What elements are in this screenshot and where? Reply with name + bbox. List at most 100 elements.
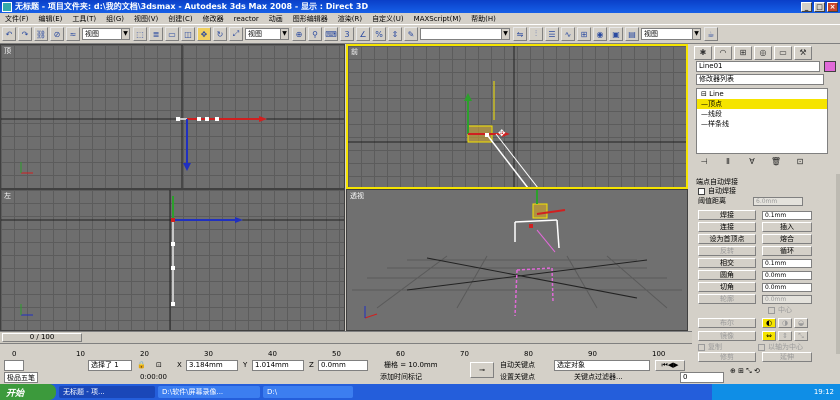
cross-insert-button[interactable]: 相交 bbox=[698, 258, 756, 268]
menu-edit[interactable]: 编辑(E) bbox=[34, 14, 68, 24]
selection-filter-select[interactable]: 视图 ▼ bbox=[82, 28, 130, 40]
close-button[interactable]: × bbox=[827, 1, 838, 12]
lock-selection-icon[interactable]: 🔒 bbox=[137, 360, 146, 371]
window-crossing-icon[interactable]: ◫ bbox=[181, 27, 195, 41]
key-filters-button[interactable]: 关键点过滤器... bbox=[574, 372, 623, 383]
taskbar-item-recorder[interactable]: D:\软件\屏幕录像... bbox=[158, 386, 260, 398]
x-coordinate-field[interactable]: 3.184mm bbox=[186, 360, 238, 371]
configure-modifier-sets-icon[interactable]: ⊡ bbox=[792, 157, 808, 167]
menu-group[interactable]: 组(G) bbox=[101, 14, 129, 24]
undo-icon[interactable]: ↶ bbox=[2, 27, 16, 41]
spinner-snap-icon[interactable]: ⇕ bbox=[388, 27, 402, 41]
connect-button[interactable]: 连接 bbox=[698, 222, 756, 232]
vertex[interactable] bbox=[197, 117, 201, 121]
weld-button[interactable]: 焊接 bbox=[698, 210, 756, 220]
menu-customize[interactable]: 自定义(U) bbox=[367, 14, 409, 24]
utilities-tab-icon[interactable]: ⚒ bbox=[794, 46, 812, 60]
vertex[interactable] bbox=[171, 242, 175, 246]
minimize-button[interactable]: _ bbox=[801, 1, 812, 12]
redo-icon[interactable]: ↷ bbox=[18, 27, 32, 41]
z-coordinate-field[interactable]: 0.0mm bbox=[318, 360, 368, 371]
key-icon[interactable]: ⊸ bbox=[470, 362, 494, 378]
viewport-navigation-controls[interactable]: ⊕ ⊞ ⤡ ⟲ bbox=[730, 366, 760, 377]
vertex[interactable] bbox=[176, 117, 180, 121]
edit-named-selection-icon[interactable]: ✎ bbox=[404, 27, 418, 41]
viewport-front[interactable]: 前 ✥ bbox=[346, 44, 688, 189]
y-coordinate-field[interactable]: 1.014mm bbox=[252, 360, 304, 371]
auto-weld-checkbox[interactable] bbox=[698, 187, 705, 195]
set-key-button[interactable]: 设置关键点 bbox=[500, 372, 535, 383]
reference-coordinate-select[interactable]: 视图 ▼ bbox=[245, 28, 289, 40]
maximize-button[interactable]: □ bbox=[814, 1, 825, 12]
outline-spinner[interactable]: 0.0mm bbox=[762, 294, 812, 304]
viewport-perspective[interactable]: 透视 bbox=[346, 189, 688, 331]
fillet-spinner[interactable]: 0.0mm bbox=[762, 270, 812, 280]
snap-toggle-icon[interactable]: 3 bbox=[340, 27, 354, 41]
stack-item-line[interactable]: ⊟ Line bbox=[697, 89, 827, 99]
copy-checkbox[interactable] bbox=[698, 343, 705, 351]
percent-snap-icon[interactable]: % bbox=[372, 27, 386, 41]
vertex[interactable] bbox=[171, 302, 175, 306]
center-checkbox[interactable] bbox=[768, 306, 775, 314]
outline-button[interactable]: 轮廓 bbox=[698, 294, 756, 304]
current-frame-field[interactable]: 0 bbox=[680, 372, 724, 383]
render-frame-icon[interactable]: ▤ bbox=[625, 27, 639, 41]
vertex[interactable] bbox=[215, 117, 219, 121]
chamfer-spinner[interactable]: 0.0mm bbox=[762, 282, 812, 292]
fuse-button[interactable]: 熔合 bbox=[762, 234, 812, 244]
schematic-view-icon[interactable]: ⊞ bbox=[577, 27, 591, 41]
show-end-result-icon[interactable]: Ⅱ bbox=[720, 157, 736, 167]
auto-key-button[interactable]: 自动关键点 bbox=[500, 360, 535, 371]
absolute-mode-icon[interactable]: ⊡ bbox=[156, 360, 162, 371]
menu-file[interactable]: 文件(F) bbox=[0, 14, 34, 24]
ime-indicator[interactable]: 极品五笔 bbox=[4, 372, 38, 383]
select-move-icon[interactable]: ✥ bbox=[197, 27, 211, 41]
curve-editor-icon[interactable]: ∿ bbox=[561, 27, 575, 41]
taskbar-item-explorer[interactable]: D:\ bbox=[263, 386, 353, 398]
material-editor-icon[interactable]: ◉ bbox=[593, 27, 607, 41]
about-pivot-checkbox[interactable] bbox=[758, 343, 765, 351]
track-bar[interactable]: 0 10 20 30 40 50 60 70 80 90 100 bbox=[0, 343, 692, 358]
named-selection-set-select[interactable]: ▼ bbox=[420, 28, 510, 40]
remove-modifier-icon[interactable]: 🗑 bbox=[768, 157, 784, 167]
make-unique-icon[interactable]: ∀ bbox=[744, 157, 760, 167]
quick-render-icon[interactable]: ☕ bbox=[704, 27, 718, 41]
vertex[interactable] bbox=[485, 133, 489, 137]
select-object-icon[interactable]: ⬚ bbox=[133, 27, 147, 41]
menu-create[interactable]: 创建(C) bbox=[163, 14, 197, 24]
playback-controls[interactable]: ⏮◀▶ bbox=[655, 360, 685, 371]
pivot-center-icon[interactable]: ⊕ bbox=[292, 27, 306, 41]
object-color-swatch[interactable] bbox=[824, 61, 836, 72]
weld-spinner[interactable]: 0.1mm bbox=[762, 210, 812, 220]
menu-help[interactable]: 帮助(H) bbox=[466, 14, 501, 24]
mirror-both-icon[interactable]: ⤡ bbox=[794, 331, 808, 341]
link-icon[interactable]: ⛓ bbox=[34, 27, 48, 41]
select-rotate-icon[interactable]: ↻ bbox=[213, 27, 227, 41]
menu-rendering[interactable]: 渲染(R) bbox=[333, 14, 367, 24]
vertex[interactable] bbox=[205, 117, 209, 121]
time-slider[interactable]: 0 / 100 bbox=[0, 331, 692, 343]
add-time-tag-button[interactable]: 添加时间标记 bbox=[380, 372, 422, 383]
rect-selection-icon[interactable]: ▭ bbox=[165, 27, 179, 41]
union-icon[interactable]: ◐ bbox=[762, 318, 776, 328]
select-by-name-icon[interactable]: ≣ bbox=[149, 27, 163, 41]
key-mode-select[interactable]: 选定对象 bbox=[554, 360, 650, 371]
create-tab-icon[interactable]: ✱ bbox=[694, 46, 712, 60]
insert-button[interactable]: 插入 bbox=[762, 222, 812, 232]
modifier-list-select[interactable]: 修改器列表 bbox=[696, 74, 824, 85]
weld-threshold-spinner[interactable]: 6.0mm bbox=[753, 196, 803, 206]
modify-tab-icon[interactable]: ◠ bbox=[714, 46, 732, 60]
mirror-vertical-icon[interactable]: ⇕ bbox=[778, 331, 792, 341]
make-first-button[interactable]: 设为首顶点 bbox=[698, 234, 756, 244]
menu-animation[interactable]: 动画 bbox=[264, 14, 288, 24]
viewport-left[interactable]: 左 bbox=[0, 189, 345, 331]
menu-maxscript[interactable]: MAXScript(M) bbox=[409, 15, 466, 23]
vertex[interactable] bbox=[529, 224, 533, 228]
menu-modifiers[interactable]: 修改器 bbox=[198, 14, 229, 24]
pin-stack-icon[interactable]: ⊣ bbox=[696, 157, 712, 167]
time-slider-thumb[interactable]: 0 / 100 bbox=[2, 333, 82, 342]
render-type-select[interactable]: 视图 ▼ bbox=[641, 28, 701, 40]
render-setup-icon[interactable]: ▣ bbox=[609, 27, 623, 41]
menu-reactor[interactable]: reactor bbox=[229, 15, 264, 23]
subtract-icon[interactable]: ◑ bbox=[778, 318, 792, 328]
